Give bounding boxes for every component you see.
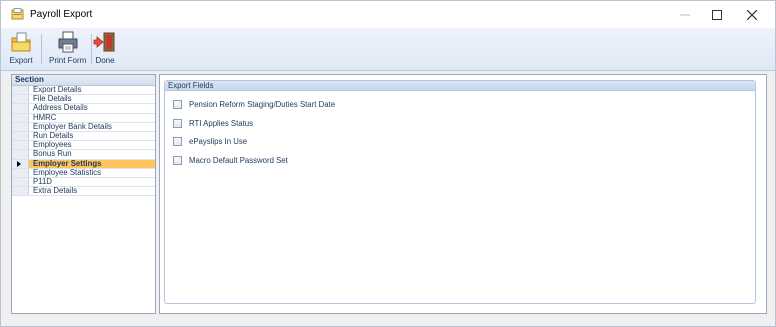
- close-button[interactable]: [734, 1, 770, 28]
- field-epayslips-in-use[interactable]: ePayslips In Use: [173, 137, 247, 146]
- window-title: Payroll Export: [30, 9, 93, 20]
- print-form-label: Print Form: [49, 56, 87, 65]
- print-form-icon: [58, 31, 78, 53]
- sidebar-item-label: Export Details: [33, 85, 82, 94]
- group-title: Export Fields: [165, 81, 755, 91]
- minimize-button[interactable]: [667, 1, 703, 28]
- row-gutter: [12, 113, 29, 122]
- sidebar-item-extra-details[interactable]: Extra Details: [12, 186, 155, 197]
- row-gutter: [12, 159, 29, 168]
- row-gutter: [12, 104, 29, 113]
- field-label: ePayslips In Use: [189, 137, 248, 146]
- row-gutter: [12, 177, 29, 187]
- field-macro-default-password-set[interactable]: Macro Default Password Set: [173, 156, 288, 165]
- row-gutter: [12, 187, 29, 196]
- field-pension-reform-staging[interactable]: Pension Reform Staging/Duties Start Date: [173, 100, 335, 109]
- row-gutter: [12, 131, 29, 141]
- toolbar-separator: [41, 34, 42, 64]
- done-label: Done: [95, 56, 115, 65]
- checkbox[interactable]: [173, 156, 182, 165]
- main-panel: Export Fields Pension Reform Staging/Dut…: [159, 74, 767, 314]
- export-label: Export: [9, 56, 33, 65]
- field-label: RTI Applies Status: [189, 119, 253, 128]
- row-gutter: [12, 86, 29, 95]
- done-icon: [93, 32, 115, 52]
- export-button[interactable]: Export: [9, 30, 33, 68]
- toolbar-separator: [91, 34, 92, 64]
- toolbar: Export Print Form Done: [1, 28, 775, 71]
- current-row-arrow-icon: [17, 160, 21, 167]
- sidebar-item-label: Extra Details: [33, 186, 78, 196]
- checkbox[interactable]: [173, 100, 182, 109]
- sidebar-item-label: Employees: [33, 140, 72, 150]
- row-gutter: [12, 150, 29, 159]
- sidebar-item-label: Run Details: [33, 130, 74, 140]
- field-label: Pension Reform Staging/Duties Start Date: [189, 100, 336, 109]
- minimize-icon: [680, 14, 690, 15]
- sidebar-item-label: Employer Bank Details: [33, 121, 112, 131]
- row-gutter: [12, 168, 29, 177]
- maximize-button[interactable]: [699, 1, 735, 28]
- sidebar-item-label: HMRC: [33, 112, 57, 122]
- field-label: Macro Default Password Set: [189, 156, 288, 165]
- print-form-button[interactable]: Print Form: [49, 30, 86, 68]
- row-gutter: [12, 95, 29, 104]
- payroll-export-window: Payroll Export Export Print Form Done Se…: [0, 0, 776, 327]
- sidebar-item-label: Bonus Run: [33, 149, 72, 159]
- field-rti-applies-status[interactable]: RTI Applies Status: [173, 119, 253, 128]
- row-gutter: [12, 141, 29, 150]
- close-icon: [747, 9, 757, 20]
- app-icon: [11, 8, 24, 20]
- checkbox[interactable]: [173, 119, 182, 128]
- row-gutter: [12, 122, 29, 131]
- sidebar-item-label: P11D: [33, 176, 52, 186]
- maximize-icon: [712, 9, 722, 20]
- sidebar-item-label: Address Details: [33, 103, 88, 113]
- done-button[interactable]: Done: [93, 30, 117, 68]
- sidebar-item-label: Employee Statistics: [33, 167, 102, 177]
- export-icon: [11, 32, 31, 52]
- section-list: Section Export Details File Details Addr…: [11, 74, 156, 314]
- title-bar[interactable]: Payroll Export: [1, 1, 775, 28]
- sidebar-item-label: Employer Settings: [33, 158, 102, 168]
- export-fields-group: Export Fields Pension Reform Staging/Dut…: [164, 80, 756, 304]
- sidebar-item-label: File Details: [33, 94, 72, 104]
- checkbox[interactable]: [173, 137, 182, 146]
